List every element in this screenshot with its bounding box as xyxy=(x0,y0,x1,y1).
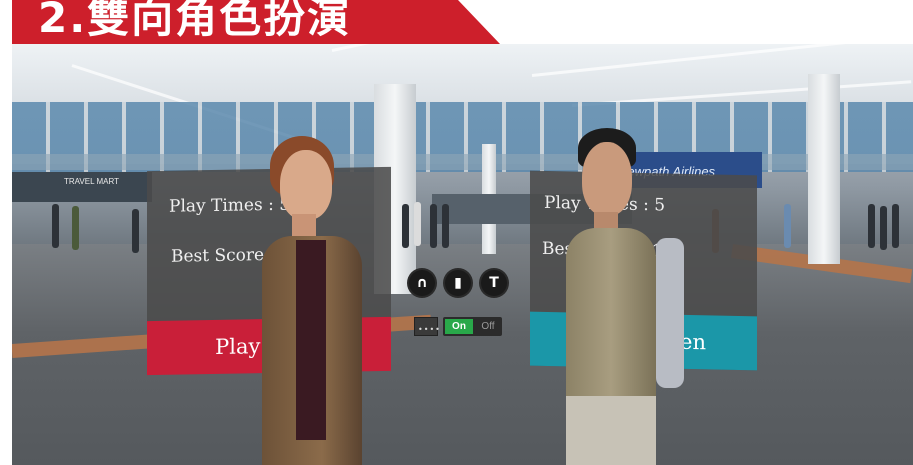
steven-avatar xyxy=(560,128,690,465)
text-icon[interactable]: T xyxy=(481,270,507,296)
steven-vest xyxy=(566,228,656,398)
steven-trousers xyxy=(566,396,656,465)
background-person xyxy=(132,209,139,253)
background-person xyxy=(442,204,449,248)
skyline xyxy=(12,154,913,170)
background-person xyxy=(414,202,421,246)
background-person xyxy=(72,206,79,250)
background-person xyxy=(52,204,59,248)
toggle-on-label[interactable]: On xyxy=(445,319,473,334)
background-person xyxy=(430,204,437,248)
katie-avatar xyxy=(262,136,372,465)
background-person xyxy=(880,206,887,250)
on-off-toggle[interactable]: On Off xyxy=(443,317,502,336)
toggle-group: •••• On Off xyxy=(414,317,502,336)
background-person xyxy=(868,204,875,248)
background-person xyxy=(892,204,899,248)
book-icon[interactable]: ▮ xyxy=(445,270,471,296)
steven-face xyxy=(582,142,632,216)
store-sign: TRAVEL MART xyxy=(64,177,119,186)
katie-top xyxy=(296,240,326,440)
toggle-off-label[interactable]: Off xyxy=(475,319,501,334)
title-banner: 2.雙向角色扮演 xyxy=(12,0,500,44)
background-person xyxy=(784,204,791,248)
background-person xyxy=(402,204,409,248)
swatch-dots: •••• xyxy=(418,325,441,334)
katie-face xyxy=(280,150,332,220)
page-title: 2.雙向角色扮演 xyxy=(38,0,352,42)
steven-sleeve xyxy=(656,238,684,388)
pillar xyxy=(808,74,840,264)
color-swatch[interactable]: •••• xyxy=(414,317,441,336)
headphones-icon[interactable]: ∩ xyxy=(409,270,435,296)
